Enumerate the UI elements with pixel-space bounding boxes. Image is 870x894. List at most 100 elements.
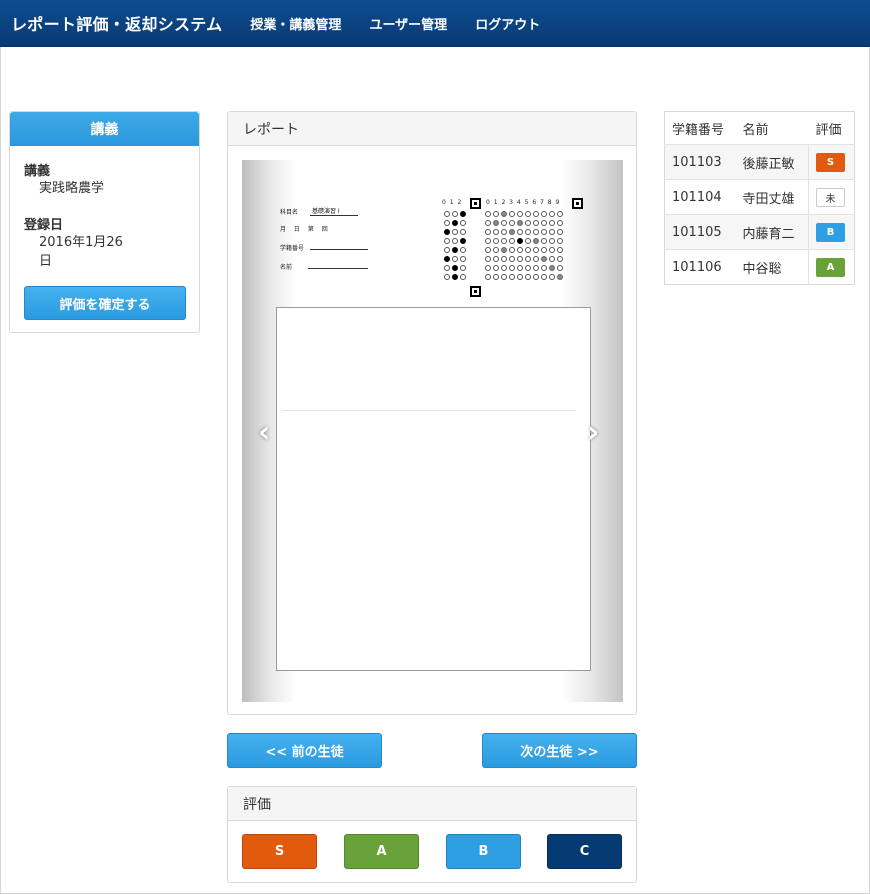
- student-id-cell: 101106: [664, 249, 736, 285]
- answer-bubble: [541, 238, 547, 244]
- nav-course-management[interactable]: 授業・講義管理: [250, 14, 341, 33]
- lecture-value: 実践略農学: [39, 181, 105, 196]
- student-id-cell: 101105: [664, 214, 736, 250]
- grade-badge: B: [816, 222, 845, 242]
- answer-bubble: [549, 274, 555, 280]
- answer-bubble: [460, 238, 466, 244]
- registration-marker-icon: [572, 198, 583, 209]
- answer-bubble: [541, 256, 547, 262]
- answer-bubble: [452, 265, 458, 271]
- lecture-panel-title: 講義: [10, 112, 199, 146]
- answer-bubble: [533, 274, 539, 280]
- answer-bubble: [444, 238, 450, 244]
- registration-marker-icon: [470, 286, 481, 297]
- answer-bubble: [493, 229, 499, 235]
- answer-bubble: [501, 274, 507, 280]
- answer-bubble: [525, 220, 531, 226]
- answer-bubble: [493, 256, 499, 262]
- registration-marker-icon: [470, 198, 481, 209]
- grade-s-button[interactable]: S: [242, 834, 317, 869]
- nav-user-management[interactable]: ユーザー管理: [369, 14, 447, 33]
- answer-bubble: [493, 247, 499, 253]
- sheet-date-line: 月 日 第 回: [280, 226, 328, 233]
- writing-area-line: [282, 410, 576, 411]
- sheet-subject-label: 科目名: [280, 209, 299, 216]
- answer-bubble: [509, 211, 515, 217]
- answer-bubble: [533, 256, 539, 262]
- answer-bubble: [509, 229, 515, 235]
- answer-bubble: [557, 265, 563, 271]
- answer-bubble: [485, 247, 491, 253]
- grade-badge: 未: [816, 187, 845, 207]
- answer-bubble: [533, 229, 539, 235]
- grade-c-button[interactable]: C: [547, 834, 622, 869]
- answer-bubble: [517, 256, 523, 262]
- answer-bubble: [525, 211, 531, 217]
- answer-bubble: [525, 238, 531, 244]
- answer-bubble: [509, 256, 515, 262]
- grade-badge: A: [816, 257, 845, 277]
- answer-bubble: [485, 265, 491, 271]
- answer-bubble: [509, 238, 515, 244]
- answer-bubble: [517, 265, 523, 271]
- answer-bubble: [557, 211, 563, 217]
- answer-bubble: [549, 256, 555, 262]
- prev-student-button[interactable]: << 前の生徒: [227, 733, 382, 768]
- next-student-button[interactable]: 次の生徒 >>: [482, 733, 637, 768]
- col-header-student-id: 学籍番号: [664, 111, 736, 145]
- sheet-student-id-label: 学籍番号: [280, 245, 305, 252]
- student-name-cell: 内藤育二: [735, 214, 809, 250]
- answer-bubble: [452, 274, 458, 280]
- grade-badge: S: [816, 152, 845, 172]
- rating-panel-title: 評価: [228, 787, 636, 821]
- table-row[interactable]: 101103 後藤正敏 S: [664, 144, 855, 180]
- answer-bubble: [460, 265, 466, 271]
- answer-bubble: [460, 229, 466, 235]
- answer-bubble: [517, 247, 523, 253]
- answer-bubble: [533, 220, 539, 226]
- table-row[interactable]: 101104 寺田丈雄 未: [664, 179, 855, 215]
- answer-bubble: [485, 211, 491, 217]
- table-row[interactable]: 101105 内藤育二 B: [664, 214, 855, 250]
- grade-a-button[interactable]: A: [344, 834, 419, 869]
- answer-bubble: [460, 220, 466, 226]
- answer-bubble: [525, 265, 531, 271]
- grade-cell: S: [808, 144, 855, 180]
- answer-bubble: [501, 256, 507, 262]
- answer-bubble: [517, 211, 523, 217]
- report-panel: レポート 科目名 基礎演習 I 月 日 第 回 学籍番号 名前 0 1 2 0 …: [227, 111, 637, 715]
- answer-bubble: [557, 229, 563, 235]
- answer-bubble: [485, 274, 491, 280]
- answer-bubble: [452, 256, 458, 262]
- col-header-grade: 評価: [808, 111, 855, 145]
- answer-bubble: [541, 274, 547, 280]
- table-row[interactable]: 101106 中谷聡 A: [664, 249, 855, 285]
- answer-bubble: [541, 211, 547, 217]
- answer-bubble: [549, 220, 555, 226]
- answer-bubble: [452, 211, 458, 217]
- prev-page-arrow-icon[interactable]: ‹: [258, 418, 270, 448]
- answer-bubble: [460, 247, 466, 253]
- report-panel-title: レポート: [228, 112, 636, 146]
- app-title[interactable]: レポート評価・返却システム: [11, 11, 222, 35]
- answer-bubble: [444, 265, 450, 271]
- report-writing-area: [276, 307, 591, 671]
- answer-bubble: [452, 247, 458, 253]
- answer-bubble: [485, 229, 491, 235]
- grade-b-button[interactable]: B: [446, 834, 521, 869]
- next-page-arrow-icon[interactable]: ›: [587, 418, 599, 448]
- grade-cell: 未: [808, 179, 855, 215]
- student-id-cell: 101103: [664, 144, 736, 180]
- confirm-evaluation-button[interactable]: 評価を確定する: [24, 286, 186, 320]
- rating-panel: 評価 S A B C: [227, 786, 637, 883]
- sheet-col-digits-right: 0 1 2 3 4 5 6 7 8 9: [486, 199, 561, 206]
- answer-bubble: [444, 247, 450, 253]
- student-name-cell: 後藤正敏: [735, 144, 809, 180]
- answer-bubble: [444, 220, 450, 226]
- answer-bubble: [541, 247, 547, 253]
- answer-bubble: [444, 256, 450, 262]
- answer-bubble: [509, 220, 515, 226]
- answer-bubble: [444, 274, 450, 280]
- answer-bubble: [485, 220, 491, 226]
- nav-logout[interactable]: ログアウト: [475, 14, 540, 33]
